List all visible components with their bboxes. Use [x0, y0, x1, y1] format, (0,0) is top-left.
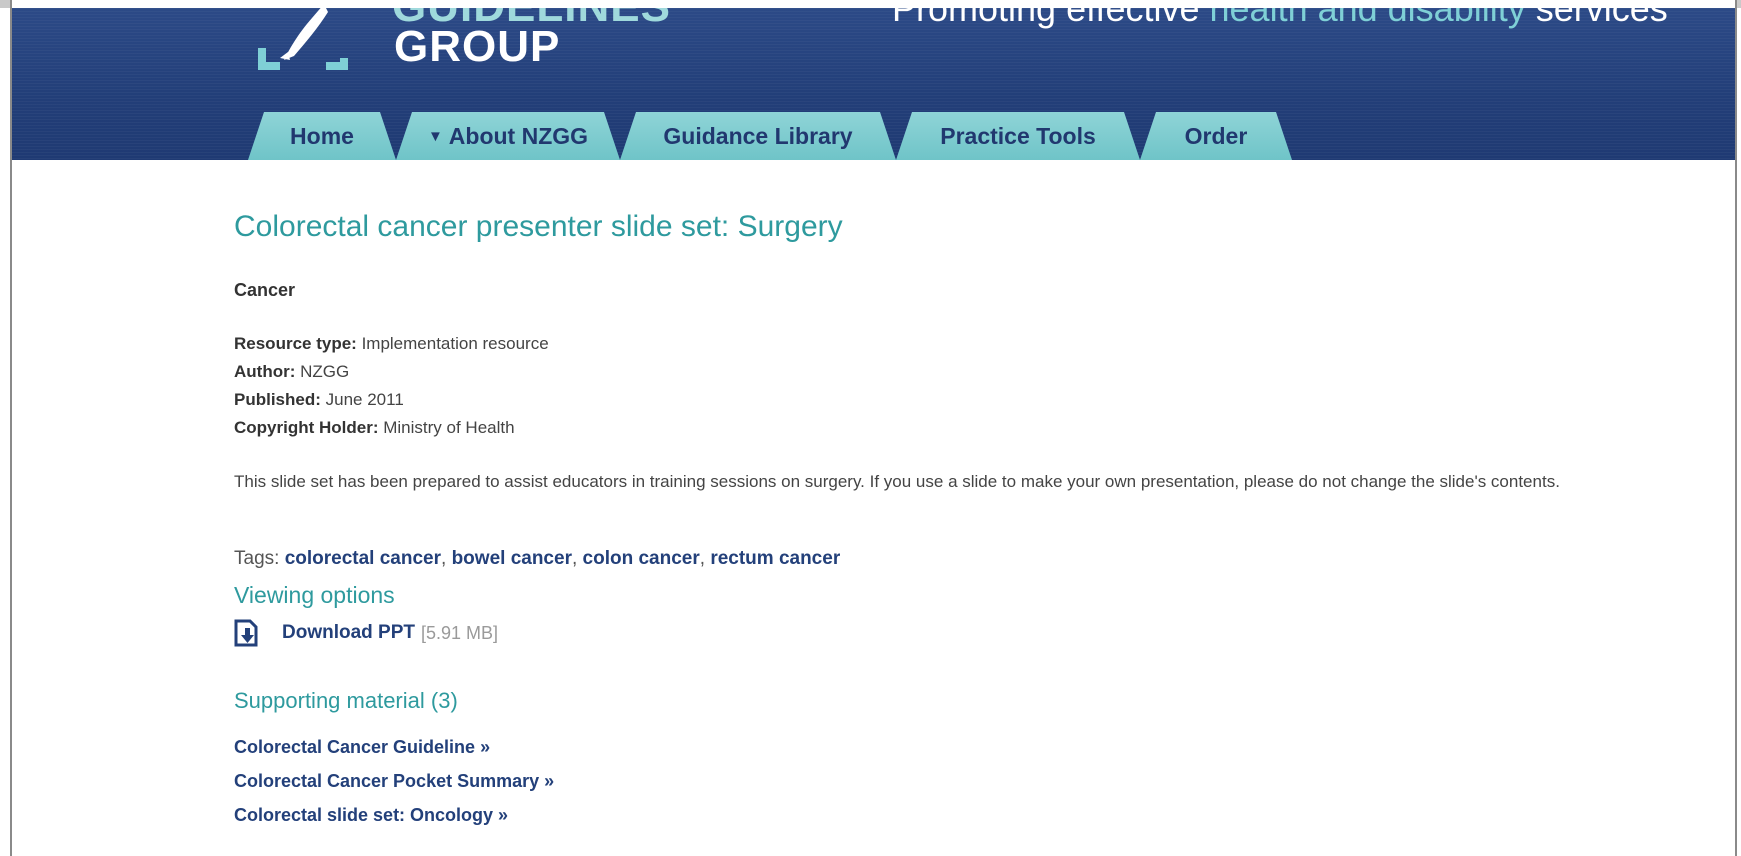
site-header: GUIDELINES GROUP Promoting effective hea…: [12, 8, 1735, 160]
description-text: This slide set has been prepared to assi…: [234, 472, 1560, 491]
tag-link[interactable]: colorectal cancer: [285, 548, 441, 569]
tab-order[interactable]: Order: [1140, 112, 1292, 160]
download-document-icon[interactable]: [234, 619, 260, 647]
tagline-highlight: health and disability: [1209, 8, 1526, 29]
supporting-material-heading: Supporting material (3): [234, 688, 458, 713]
main-nav: Home ▼ About NZGG Guidance Library Pract…: [12, 112, 1735, 160]
tags-label: Tags:: [234, 548, 280, 569]
meta-author-label: Author:: [234, 362, 296, 381]
tab-practice-tools[interactable]: Practice Tools: [896, 112, 1140, 160]
meta-author-value: NZGG: [300, 362, 350, 381]
meta-copyright: Copyright Holder: Ministry of Health: [234, 414, 549, 442]
file-size: [5.91 MB]: [421, 622, 499, 643]
tagline-suffix: services: [1525, 8, 1668, 29]
meta-resource-type-value: Implementation resource: [361, 334, 549, 353]
meta-copyright-value: Ministry of Health: [383, 418, 515, 437]
tab-about-label: About NZGG: [448, 122, 589, 149]
supporting-link[interactable]: Colorectal slide set: Oncology »: [234, 798, 554, 832]
download-row: Download PPT [5.91 MB]: [234, 618, 498, 648]
meta-resource-type: Resource type: Implementation resource: [234, 330, 549, 358]
tab-practice-label: Practice Tools: [940, 122, 1096, 149]
tab-home-label: Home: [290, 122, 354, 149]
tag-link[interactable]: bowel cancer: [452, 548, 572, 569]
meta-resource-type-label: Resource type:: [234, 334, 357, 353]
tab-guidance-library[interactable]: Guidance Library: [620, 112, 896, 160]
supporting-link[interactable]: Colorectal Cancer Guideline »: [234, 730, 554, 764]
download-ppt-link[interactable]: Download PPT: [282, 622, 415, 644]
meta-published-label: Published:: [234, 390, 321, 409]
tab-guidance-label: Guidance Library: [663, 122, 853, 149]
tab-about-nzgg[interactable]: ▼ About NZGG: [396, 112, 620, 160]
viewing-options-heading: Viewing options: [234, 582, 395, 608]
site-tagline: Promoting effective health and disabilit…: [892, 8, 1668, 30]
meta-published-value: June 2011: [325, 390, 404, 409]
meta-author: Author: NZGG: [234, 358, 549, 386]
supporting-link[interactable]: Colorectal Cancer Pocket Summary »: [234, 764, 554, 798]
category-label: Cancer: [234, 280, 296, 300]
meta-copyright-label: Copyright Holder:: [234, 418, 379, 437]
tab-order-label: Order: [1184, 122, 1248, 149]
meta-published: Published: June 2011: [234, 386, 549, 414]
logo-wordmark-group: GROUP: [394, 22, 561, 71]
supporting-material-list: Colorectal Cancer Guideline » Colorectal…: [234, 730, 554, 832]
tab-home[interactable]: Home: [248, 112, 396, 160]
tag-link[interactable]: colon cancer: [583, 548, 700, 569]
page-title: Colorectal cancer presenter slide set: S…: [234, 210, 843, 243]
browser-viewport: GUIDELINES GROUP Promoting effective hea…: [10, 0, 1737, 856]
tags-row: Tags: colorectal cancer, bowel cancer, c…: [234, 548, 841, 569]
dropdown-caret-icon: ▼: [427, 127, 443, 145]
logo-icon[interactable]: [254, 8, 394, 80]
tag-link[interactable]: rectum cancer: [710, 548, 840, 569]
tagline-prefix: Promoting effective: [892, 8, 1210, 29]
resource-metadata: Resource type: Implementation resource A…: [234, 330, 549, 442]
